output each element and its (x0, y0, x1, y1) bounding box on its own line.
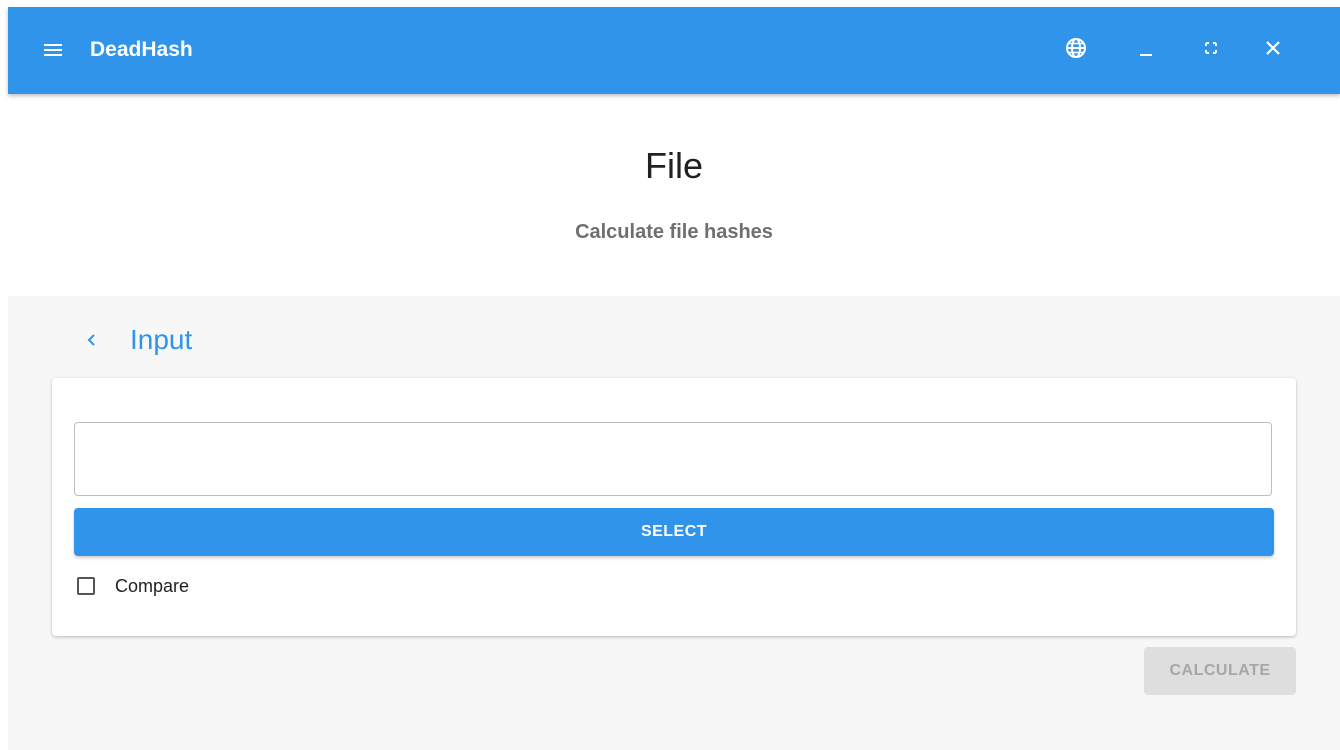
minimize-icon (1134, 36, 1158, 65)
app-bar: DeadHash (8, 7, 1340, 94)
compare-label: Compare (115, 575, 190, 596)
select-button[interactable]: SELECT (74, 508, 1274, 556)
page-header: File Calculate file hashes (8, 94, 1340, 296)
input-section-header[interactable]: Input (82, 320, 192, 360)
fullscreen-button[interactable] (1193, 32, 1229, 68)
app-title: DeadHash (90, 38, 193, 61)
page-title: File (644, 145, 703, 186)
minimize-button[interactable] (1128, 32, 1164, 68)
input-card: SELECT Compare (52, 378, 1296, 636)
calculate-button[interactable]: CALCULATE (1144, 647, 1296, 695)
globe-icon (1064, 36, 1088, 65)
close-icon (1261, 36, 1285, 65)
compare-option[interactable]: Compare (77, 574, 189, 598)
language-button[interactable] (1058, 32, 1094, 68)
menu-icon[interactable] (41, 38, 65, 62)
page-subtitle: Calculate file hashes (575, 221, 773, 243)
close-button[interactable] (1255, 32, 1291, 68)
section-title: Input (130, 324, 193, 355)
chevron-left-icon[interactable] (82, 330, 102, 350)
app-window: DeadHash File Calculate file hashes (8, 7, 1340, 387)
fullscreen-icon (1199, 36, 1223, 65)
compare-checkbox[interactable] (77, 577, 95, 595)
file-path-field[interactable] (74, 422, 1272, 496)
